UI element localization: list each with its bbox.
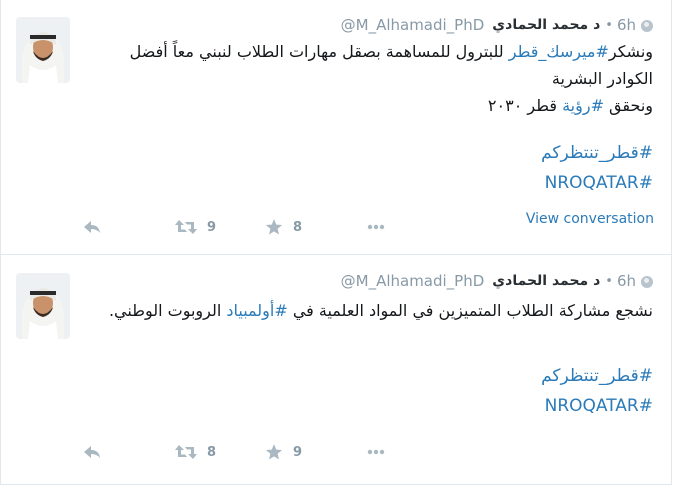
hashtag-link[interactable]: #NROQATAR xyxy=(541,168,653,198)
tweet: @M_Alhamadi_PhD د محمد الحمادي • 6h نشجع… xyxy=(1,256,671,485)
tweet-text: نشجع مشاركة الطلاب المتميزين في المواد ا… xyxy=(93,297,653,324)
avatar[interactable] xyxy=(16,17,70,83)
retweet-icon xyxy=(175,220,197,234)
favorite-icon xyxy=(265,219,283,235)
hashtag-link[interactable]: #قطر_تنتظركم xyxy=(541,138,653,168)
screen-name[interactable]: @M_Alhamadi_PhD xyxy=(341,272,485,290)
reply-button[interactable] xyxy=(83,440,101,464)
more-icon xyxy=(367,449,385,455)
hashtag-list: #قطر_تنتظركم #NROQATAR xyxy=(541,361,653,421)
tweet-actions: 9 8 xyxy=(83,215,413,239)
retweet-icon xyxy=(175,445,197,459)
text-fragment: ونشكر xyxy=(608,42,653,61)
tweet: @M_Alhamadi_PhD د محمد الحمادي • 6h ونشك… xyxy=(1,0,671,255)
retweet-button[interactable]: 8 xyxy=(175,440,216,464)
timestamp[interactable]: 6h xyxy=(617,16,636,34)
text-fragment: الروبوت الوطني. xyxy=(108,301,227,320)
retweet-count: 8 xyxy=(207,444,217,460)
tweet-header: @M_Alhamadi_PhD د محمد الحمادي • 6h xyxy=(341,270,653,292)
hashtag-link[interactable]: #قطر_تنتظركم xyxy=(541,361,653,391)
favorite-count: 9 xyxy=(293,444,303,460)
favorite-button[interactable]: 9 xyxy=(265,440,302,464)
hashtag-link[interactable]: #ميرسك_قطر xyxy=(509,42,609,61)
reply-button[interactable] xyxy=(83,215,101,239)
tweet-header: @M_Alhamadi_PhD د محمد الحمادي • 6h xyxy=(341,14,653,36)
tweet-actions: 8 9 xyxy=(83,440,413,464)
more-button[interactable] xyxy=(367,440,385,464)
hashtag-link[interactable]: #أولمبياد xyxy=(226,301,287,320)
timeline: @M_Alhamadi_PhD د محمد الحمادي • 6h ونشك… xyxy=(0,0,672,485)
hashtag-link[interactable]: #NROQATAR xyxy=(541,391,653,421)
full-name[interactable]: د محمد الحمادي xyxy=(492,17,600,33)
retweet-button[interactable]: 9 xyxy=(175,215,216,239)
more-button[interactable] xyxy=(367,215,385,239)
favorite-button[interactable]: 8 xyxy=(265,215,302,239)
hashtag-list: #قطر_تنتظركم #NROQATAR xyxy=(541,138,653,198)
timestamp[interactable]: 6h xyxy=(617,272,636,290)
screen-name[interactable]: @M_Alhamadi_PhD xyxy=(341,16,485,34)
separator: • xyxy=(605,273,613,289)
favorite-count: 8 xyxy=(293,219,303,235)
reply-icon xyxy=(84,221,100,233)
text-fragment: قطر ٢٠٣٠ xyxy=(487,96,563,115)
more-icon xyxy=(367,224,385,230)
globe-icon xyxy=(641,20,653,32)
favorite-icon xyxy=(265,444,283,460)
hashtag-link[interactable]: #رؤية xyxy=(562,96,604,115)
globe-icon xyxy=(641,276,653,288)
avatar[interactable] xyxy=(16,273,70,339)
text-fragment: ونحقق xyxy=(603,96,653,115)
reply-icon xyxy=(84,446,100,458)
full-name[interactable]: د محمد الحمادي xyxy=(492,273,600,289)
separator: • xyxy=(605,17,613,33)
text-fragment: نشجع مشاركة الطلاب المتميزين في المواد ا… xyxy=(287,301,653,320)
retweet-count: 9 xyxy=(207,219,217,235)
tweet-text: ونشكر#ميرسك_قطر للبترول للمساهمة بصقل مه… xyxy=(93,38,653,119)
view-conversation-link[interactable]: View conversation xyxy=(526,211,654,227)
